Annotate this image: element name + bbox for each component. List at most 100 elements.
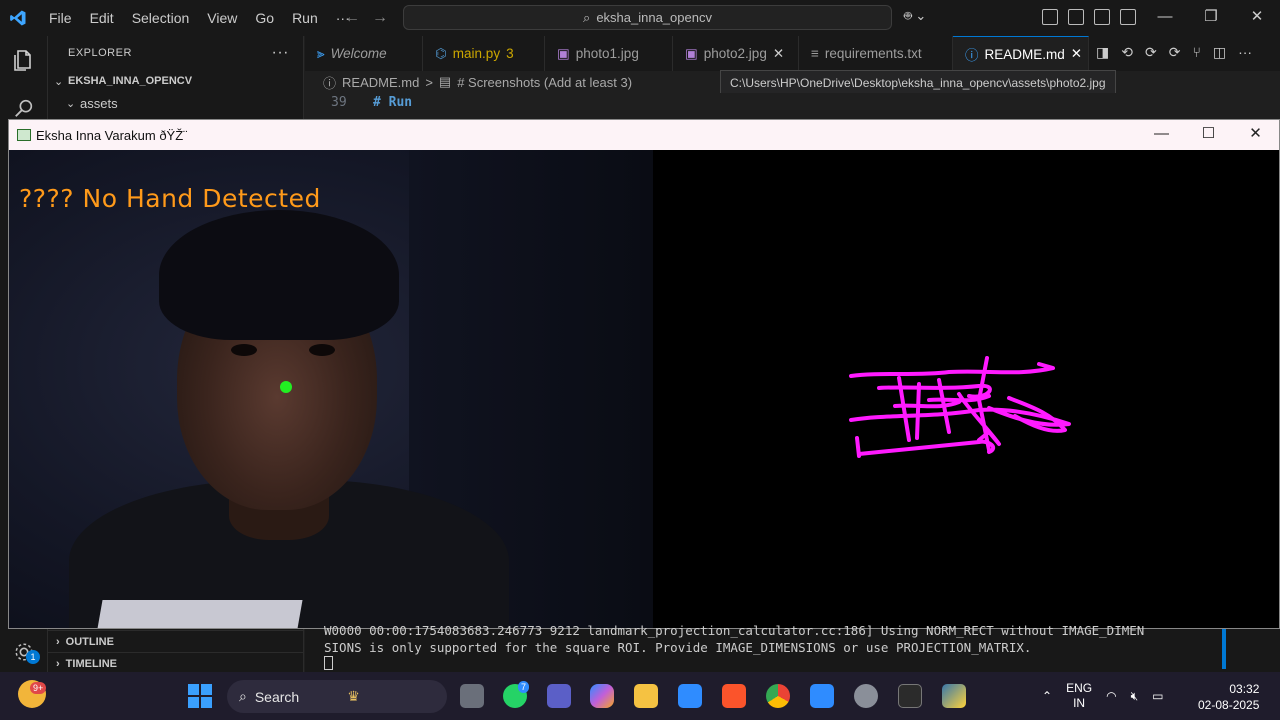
vscode-taskbar-icon[interactable] — [810, 684, 834, 708]
close-icon[interactable]: ✕ — [1234, 0, 1280, 36]
breadcrumb-file[interactable]: README.md — [342, 75, 419, 90]
back-arrow-icon[interactable]: ← — [344, 9, 360, 27]
tab-photo1[interactable]: ▣ photo1.jpg — [545, 36, 673, 71]
wifi-icon[interactable]: ◠ — [1106, 689, 1116, 703]
right-eye — [309, 344, 335, 356]
layout-controls — [1042, 9, 1136, 25]
settings-gear-icon[interactable] — [854, 684, 878, 708]
terminal-line: SIONS is only supported for the square R… — [324, 640, 1032, 655]
file-explorer-icon[interactable] — [634, 684, 658, 708]
open-preview-icon[interactable]: ◨ — [1096, 44, 1109, 61]
image-icon: ▣ — [685, 45, 698, 61]
tab-photo2[interactable]: ▣ photo2.jpg ✕ — [673, 36, 799, 71]
terminal-panel[interactable]: W0000 00:00:1754083683.246773 9212 landm… — [305, 623, 1280, 672]
outline-label: OUTLINE — [65, 635, 114, 648]
todo-icon[interactable] — [678, 684, 702, 708]
menu-edit[interactable]: Edit — [81, 0, 123, 36]
editor-actions: ◨ ⟲ ⟳ ⟳ ⑂ ◫ ··· — [1096, 44, 1252, 61]
customize-layout-icon[interactable] — [1120, 9, 1136, 25]
search-icon: ⌕ — [583, 9, 591, 25]
battery-icon[interactable]: ▭ — [1152, 689, 1163, 703]
vscode-icon: ⫸ — [317, 45, 325, 61]
more-actions-icon[interactable]: ··· — [1238, 44, 1252, 61]
left-eye — [231, 344, 257, 356]
project-folder-row[interactable]: ⌄ EKSHA_INNA_OPENCV — [48, 70, 303, 92]
menu-run[interactable]: Run — [283, 0, 327, 36]
breadcrumb-separator: > — [425, 74, 433, 90]
person-collar — [95, 600, 303, 628]
whatsapp-badge: 7 — [518, 681, 530, 693]
git-icon[interactable]: ⑂ — [1192, 44, 1200, 61]
minimap[interactable] — [1192, 93, 1266, 119]
code-line: # Run — [373, 95, 413, 110]
close-icon[interactable]: ✕ — [773, 46, 784, 62]
menu-go[interactable]: Go — [246, 0, 283, 36]
breadcrumb-section[interactable]: # Screenshots (Add at least 3) — [457, 75, 632, 90]
copilot-app-icon[interactable] — [590, 684, 614, 708]
go-forward-icon[interactable]: ⟳ — [1169, 44, 1181, 61]
tab-welcome[interactable]: ⫸ Welcome — [305, 36, 423, 71]
window-controls: — ❐ ✕ — [1142, 0, 1280, 36]
toggle-primary-sidebar-icon[interactable] — [1042, 9, 1058, 25]
lang-top: ENG — [1066, 681, 1093, 695]
close-icon[interactable]: ✕ — [1232, 120, 1279, 150]
taskbar: 9+ ⌕ Search ♛ 7 ⌃ ENG IN ◠ 🔇︎ ▭ 03:32 02… — [0, 672, 1280, 720]
tab-label: main.py — [452, 46, 501, 61]
chrome-icon[interactable] — [766, 684, 790, 708]
timeline-section[interactable]: › TIMELINE — [48, 652, 304, 674]
menu-view[interactable]: View — [198, 0, 246, 36]
copilot-icon[interactable]: 🤖︎ ⌄ — [904, 8, 926, 26]
manage-gear-icon[interactable]: 1 — [0, 632, 48, 672]
split-editor-icon[interactable]: ◫ — [1213, 44, 1226, 61]
command-center[interactable]: ⌕ eksha_inna_opencv — [403, 5, 892, 30]
explorer-icon[interactable] — [0, 36, 48, 84]
minimize-icon[interactable]: — — [1142, 0, 1188, 36]
go-back-icon[interactable]: ⟳ — [1145, 44, 1157, 61]
toggle-panel-icon[interactable] — [1068, 9, 1084, 25]
problem-count: 3 — [506, 46, 514, 61]
tab-label: README.md — [984, 46, 1065, 62]
close-icon[interactable]: ✕ — [1071, 46, 1082, 62]
teams-icon[interactable] — [547, 684, 571, 708]
explorer-title: EXPLORER — [68, 47, 132, 59]
restore-icon[interactable]: ❐ — [1188, 0, 1234, 36]
chevron-down-icon: ⌄ — [66, 97, 76, 110]
python-taskbar-icon[interactable] — [942, 684, 966, 708]
tracking-point-marker — [280, 381, 292, 393]
hand-status-text: ???? No Hand Detected — [19, 184, 321, 213]
terminal-cursor — [324, 656, 333, 670]
terminal-scrollbar[interactable] — [1222, 629, 1226, 669]
nav-arrows: ← → — [344, 0, 388, 36]
compare-icon[interactable]: ⟲ — [1121, 44, 1133, 61]
volume-mute-icon[interactable]: 🔇︎ — [1131, 689, 1139, 704]
chevron-right-icon: › — [56, 635, 60, 648]
tab-main-py[interactable]: ⌬ main.py 3 — [423, 36, 545, 71]
outline-section[interactable]: › OUTLINE — [48, 630, 304, 652]
folder-assets-row[interactable]: ⌄ assets — [48, 92, 303, 114]
system-tray: ⌃ ENG IN ◠ 🔇︎ ▭ — [1042, 672, 1163, 720]
opencv-title-bar[interactable]: Eksha Inna Varakum ðŸŽ¨ — ☐ ✕ — [9, 120, 1279, 150]
terminal-icon[interactable] — [898, 684, 922, 708]
tab-requirements[interactable]: ≡ requirements.txt — [799, 36, 953, 71]
toggle-secondary-sidebar-icon[interactable] — [1094, 9, 1110, 25]
weather-badge: 9+ — [30, 682, 47, 694]
task-view-icon[interactable] — [460, 684, 484, 708]
more-actions-icon[interactable]: ··· — [272, 44, 289, 62]
maximize-icon[interactable]: ☐ — [1185, 120, 1232, 150]
code-editor[interactable]: 39 # Run — [305, 93, 1195, 119]
chevron-up-icon[interactable]: ⌃ — [1042, 689, 1052, 703]
minimize-icon[interactable]: — — [1138, 120, 1185, 150]
forward-arrow-icon[interactable]: → — [372, 9, 388, 27]
info-icon: ⓘ — [323, 75, 337, 91]
tab-readme[interactable]: ⓘ README.md ✕ — [953, 36, 1089, 71]
brave-icon[interactable] — [722, 684, 746, 708]
menu-selection[interactable]: Selection — [123, 0, 199, 36]
language-indicator[interactable]: ENG IN — [1066, 681, 1092, 711]
menu-file[interactable]: File — [40, 0, 81, 36]
clock[interactable]: 03:32 02-08-2025 — [1198, 681, 1259, 713]
taskbar-search[interactable]: ⌕ Search ♛ — [227, 680, 447, 713]
opencv-window-title: Eksha Inna Varakum ðŸŽ¨ — [36, 127, 188, 143]
search-label: Search — [254, 688, 300, 705]
chevron-right-icon: › — [56, 657, 60, 670]
windows-start-icon[interactable] — [188, 684, 212, 708]
